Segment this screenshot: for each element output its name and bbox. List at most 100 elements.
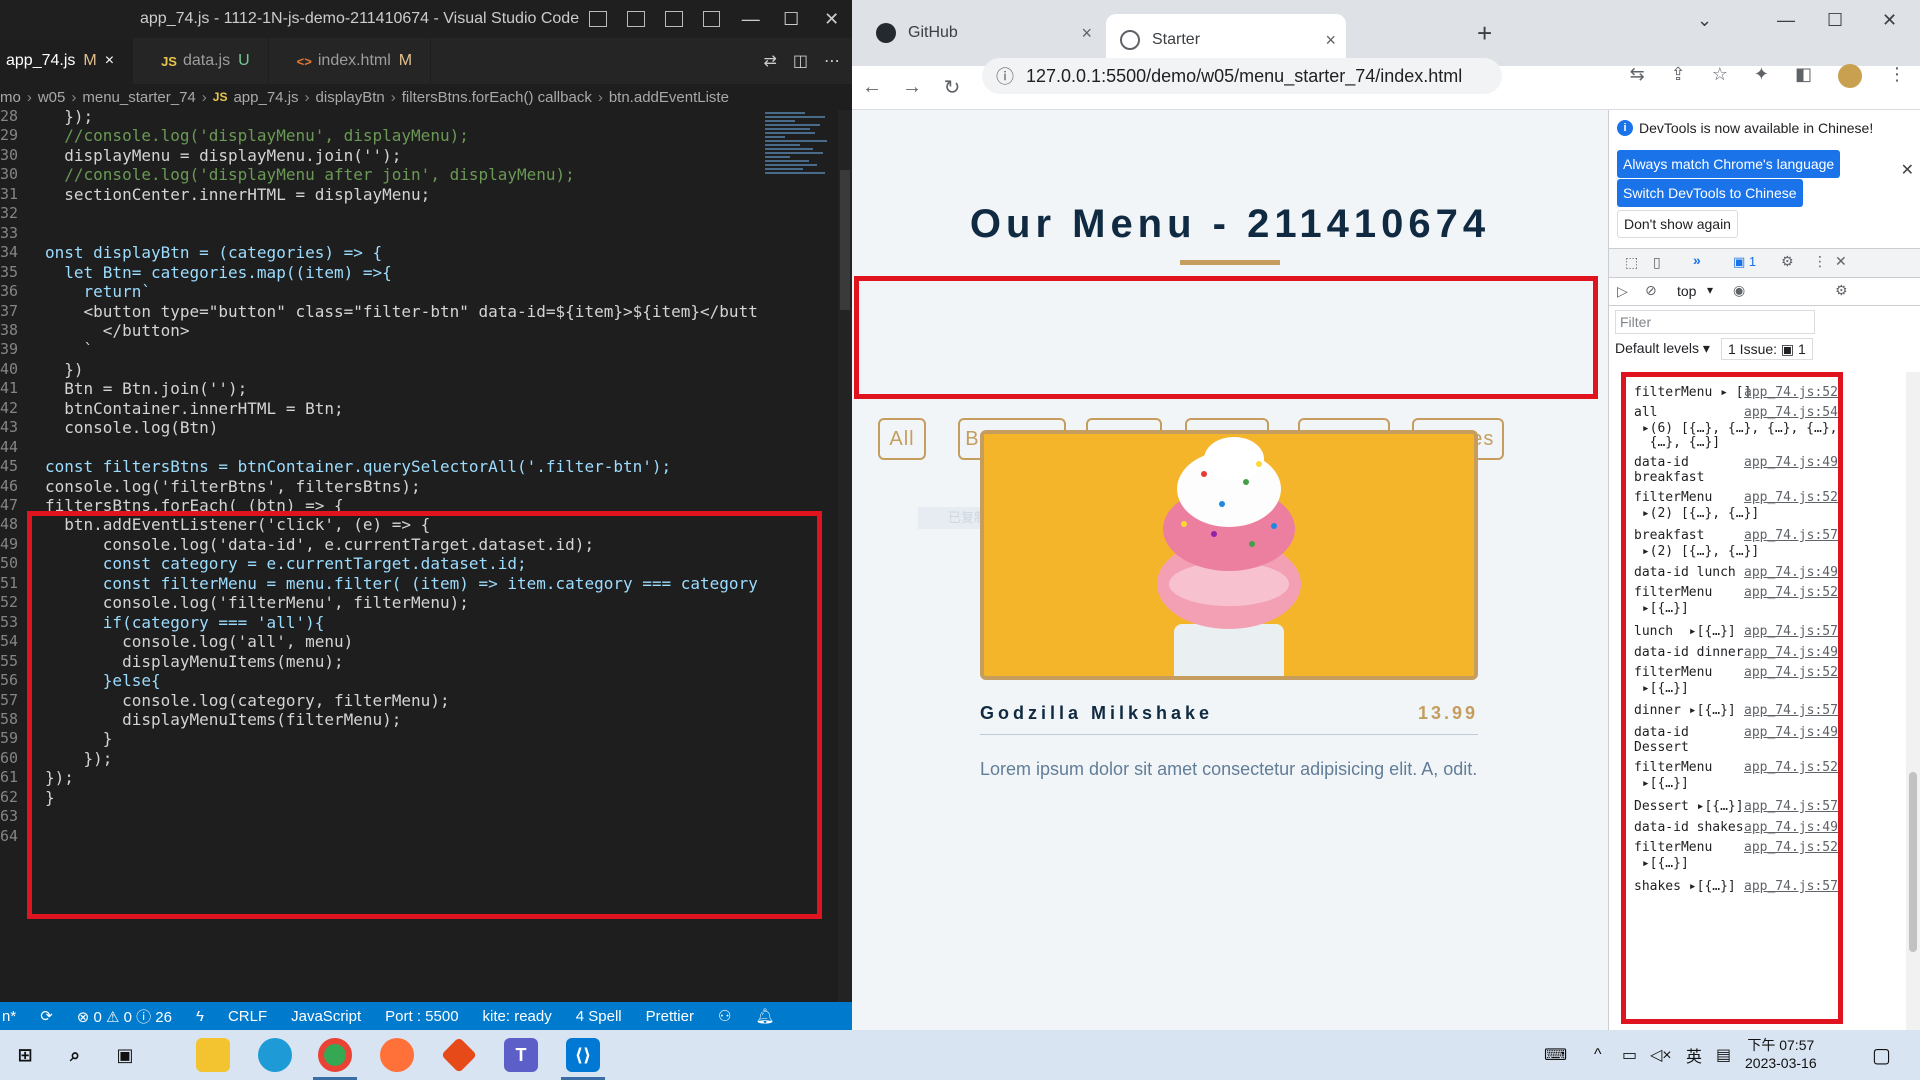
device-toolbar-icon[interactable]: ▯ [1653,254,1661,271]
maximize-button[interactable]: ☐ [771,9,812,30]
start-button[interactable]: ⊞ [8,1038,42,1072]
tab-index-html[interactable]: <> index.html M [269,38,432,84]
breadcrumb-item[interactable]: menu_starter_74 [82,89,195,106]
extensions-icon[interactable]: ✦ [1754,64,1769,88]
sidebar-toggle-icon[interactable]: ▷ [1617,283,1628,300]
console-message[interactable]: ▸[{…}] [1634,856,1844,872]
tab-data-js[interactable]: JS data.js U [133,38,269,84]
console-message[interactable]: breakfast app_74.js:57 [1634,528,1844,544]
close-devtools-icon[interactable]: ✕ [1835,253,1847,270]
console-scrollbar[interactable] [1906,372,1920,1030]
vscode-icon[interactable]: ⟨⟩ [566,1038,600,1072]
close-tab-icon[interactable]: × [1325,30,1336,51]
match-language-button[interactable]: Always match Chrome's language [1617,150,1841,178]
problems-indicator[interactable]: ⊗ 0 ⚠ 0 ⓘ 26 [77,1006,172,1027]
console-message[interactable]: all app_74.js:54 [1634,405,1844,421]
dont-show-again-button[interactable]: Don't show again [1617,210,1738,238]
source-link[interactable]: app_74.js:52 [1744,385,1838,401]
lightning-icon[interactable]: ϟ [196,1008,204,1025]
more-options-icon[interactable]: ⋮ [1813,253,1827,270]
source-link[interactable]: app_74.js:57 [1744,703,1838,719]
keyboard-icon[interactable]: ⌨ [1544,1030,1567,1080]
teams-icon[interactable]: T [504,1038,538,1072]
source-link[interactable]: app_74.js:57 [1744,624,1838,640]
forward-button[interactable]: → [892,76,932,99]
back-button[interactable]: ← [852,76,892,99]
console-message[interactable]: data-id lunch app_74.js:49 [1634,565,1844,581]
console-message[interactable]: filterMenu app_74.js:52 [1634,760,1844,776]
close-tab-icon[interactable]: × [105,52,114,70]
ime-mode-icon[interactable]: ▤ [1716,1030,1731,1080]
source-link[interactable]: app_74.js:49 [1744,455,1838,471]
inspect-element-icon[interactable]: ⬚ [1625,254,1638,271]
console-message[interactable]: ▸(2) [{…}, {…}] [1634,544,1844,560]
console-message[interactable]: lunch ▸[{…}] app_74.js:57 [1634,624,1844,640]
source-link[interactable]: app_74.js:57 [1744,799,1838,815]
console-message[interactable]: ▸[{…}] [1634,776,1844,792]
console-message[interactable]: data-id dinner app_74.js:49 [1634,645,1844,661]
spell-indicator[interactable]: 4 Spell [576,1008,622,1025]
breadcrumb-item[interactable]: btn.addEventListe [609,89,729,106]
ime-indicator[interactable]: 英 [1686,1030,1702,1080]
tab-app-74-js[interactable]: app_74.js M × [0,38,134,84]
show-hidden-icons[interactable]: ^ [1594,1030,1602,1080]
console-message[interactable]: breakfast [1634,470,1844,486]
console-message[interactable]: data-id app_74.js:49 [1634,455,1844,471]
breadcrumb-item[interactable]: app_74.js [233,89,298,106]
git-icon[interactable] [440,1036,478,1074]
console-message[interactable]: Dessert ▸[{…}] app_74.js:57 [1634,799,1844,815]
source-link[interactable]: app_74.js:49 [1744,820,1838,836]
console-message[interactable]: ▸[{…}] [1634,601,1844,617]
notification-center-icon[interactable]: ▢ [1872,1030,1891,1080]
console-message[interactable]: filterMenu app_74.js:52 [1634,665,1844,681]
volume-muted-icon[interactable]: ◁× [1650,1030,1672,1080]
issues-counter[interactable]: 1 Issue: ▣ 1 [1721,338,1813,360]
address-bar[interactable]: ⓘ 127.0.0.1:5500/demo/w05/menu_starter_7… [982,58,1502,94]
close-notice-icon[interactable]: ✕ [1901,160,1914,180]
search-icon[interactable]: ⌕ [58,1038,92,1072]
source-link[interactable]: app_74.js:57 [1744,879,1838,895]
clock[interactable]: 下午 07:57 2023-03-16 [1745,1036,1817,1072]
source-link[interactable]: app_74.js:49 [1744,565,1838,581]
source-link[interactable]: app_74.js:54 [1744,405,1838,421]
console-message[interactable]: ▸[{…}] [1634,681,1844,697]
console-message[interactable]: data-id shakes app_74.js:49 [1634,820,1844,836]
console-message[interactable]: shakes ▸[{…}] app_74.js:57 [1634,879,1844,895]
console-message[interactable]: data-id app_74.js:49 [1634,725,1844,741]
console-message[interactable]: filterMenu ▸ [] app_74.js:52 [1634,385,1844,401]
account-icon[interactable]: ⚇ [718,1007,731,1025]
source-link[interactable]: app_74.js:49 [1744,725,1838,741]
toggle-panel-icon[interactable] [626,11,645,27]
close-tab-icon[interactable]: × [1081,23,1092,44]
tab-github[interactable]: GitHub × [862,14,1102,52]
close-window-button[interactable]: ✕ [1882,10,1897,31]
issues-badge[interactable]: ▣ 1 [1733,254,1756,270]
context-selector[interactable]: top [1677,283,1696,299]
source-link[interactable]: app_74.js:52 [1744,665,1838,681]
source-link[interactable]: app_74.js:49 [1744,645,1838,661]
filter-button-all[interactable]: All [878,418,926,460]
switch-to-chinese-button[interactable]: Switch DevTools to Chinese [1617,179,1803,207]
toggle-sidebar-icon[interactable] [589,11,607,27]
console-filter-input[interactable]: Filter [1615,310,1815,334]
new-tab-button[interactable]: + [1477,18,1492,49]
scrollbar-thumb[interactable] [840,170,850,310]
scrollbar-thumb[interactable] [1909,772,1917,952]
more-tabs-icon[interactable]: » [1693,252,1701,268]
site-info-icon[interactable]: ⓘ [996,63,1014,89]
maximize-button[interactable]: ☐ [1827,10,1843,31]
task-view-icon[interactable]: ▣ [108,1038,142,1072]
chrome-menu-icon[interactable]: ⋮ [1888,64,1906,88]
console-message[interactable]: filterMenu app_74.js:52 [1634,585,1844,601]
translate-icon[interactable]: ⇆ [1630,64,1645,88]
console-message[interactable]: dinner ▸[{…}] app_74.js:57 [1634,703,1844,719]
reload-button[interactable]: ↻ [932,75,972,100]
eol-indicator[interactable]: CRLF [228,1008,267,1025]
side-panel-icon[interactable]: ◧ [1795,64,1812,88]
open-changes-icon[interactable]: ⇄ [763,51,776,71]
breadcrumb-item[interactable]: w05 [38,89,66,106]
editor-scrollbar[interactable] [838,110,852,1010]
source-link[interactable]: app_74.js:52 [1744,760,1838,776]
close-window-button[interactable]: ✕ [811,9,852,30]
source-link[interactable]: app_74.js:52 [1744,585,1838,601]
